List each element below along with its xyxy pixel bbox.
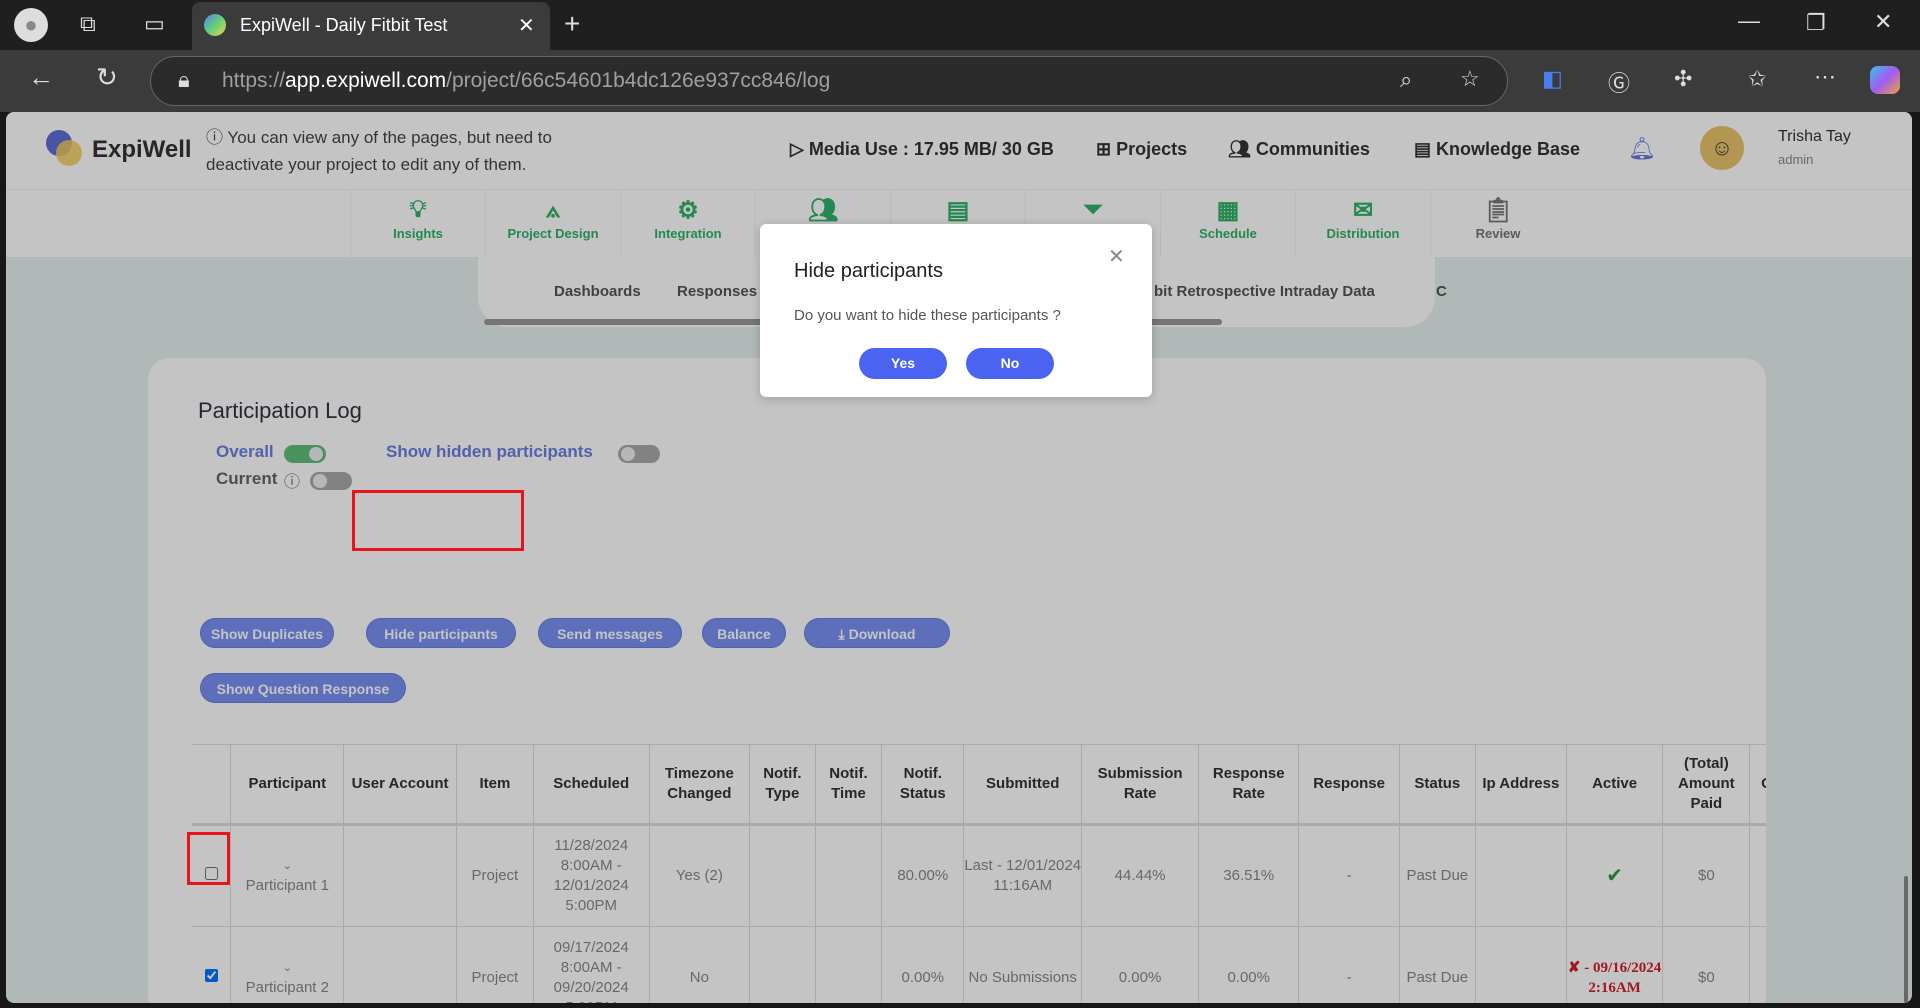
- close-icon[interactable]: ✕: [1108, 244, 1125, 269]
- extensions-icon[interactable]: ✣: [1674, 66, 1692, 92]
- dialog-title: Hide participants: [794, 260, 943, 282]
- browser-tab-bar: ● ⧉ ▭ ExpiWell - Daily Fitbit Test ✕ + —…: [0, 0, 1920, 50]
- grammarly-icon[interactable]: Ⓖ: [1608, 66, 1630, 98]
- favicon-icon: [204, 14, 226, 36]
- lock-icon[interactable]: 🔒︎: [178, 67, 190, 93]
- back-icon[interactable]: ←: [28, 62, 54, 93]
- url-text[interactable]: https://app.expiwell.com/project/66c5460…: [222, 69, 830, 93]
- minimize-icon[interactable]: —: [1738, 8, 1760, 34]
- zoom-icon[interactable]: ⌕: [1400, 67, 1412, 93]
- profile-icon[interactable]: ●: [14, 8, 48, 42]
- extension-shield-icon[interactable]: ◧: [1542, 66, 1563, 92]
- hide-participants-dialog: Hide participants ✕ Do you want to hide …: [760, 224, 1152, 397]
- highlight-box-checkbox: [187, 832, 230, 885]
- close-tab-icon[interactable]: ✕: [518, 13, 535, 38]
- new-tab-icon[interactable]: +: [564, 8, 580, 40]
- reload-icon[interactable]: ↻: [96, 62, 118, 93]
- tab-title: ExpiWell - Daily Fitbit Test: [240, 15, 448, 35]
- sidebar-icon[interactable]: ▭: [144, 11, 165, 37]
- restore-icon[interactable]: ❐: [1806, 10, 1826, 36]
- no-button[interactable]: No: [966, 348, 1054, 379]
- close-window-icon[interactable]: ✕: [1874, 9, 1892, 35]
- yes-button[interactable]: Yes: [859, 348, 947, 379]
- more-icon[interactable]: ⋯: [1814, 64, 1836, 90]
- dialog-message: Do you want to hide these participants ?: [794, 307, 1061, 324]
- favorites-icon[interactable]: ✩: [1748, 66, 1766, 92]
- workspaces-icon[interactable]: ⧉: [80, 11, 96, 37]
- highlight-box-hide-button: [352, 490, 524, 551]
- browser-tab[interactable]: ExpiWell - Daily Fitbit Test ✕: [192, 2, 550, 50]
- copilot-icon[interactable]: [1870, 66, 1900, 94]
- favorite-star-icon[interactable]: ☆: [1460, 66, 1480, 92]
